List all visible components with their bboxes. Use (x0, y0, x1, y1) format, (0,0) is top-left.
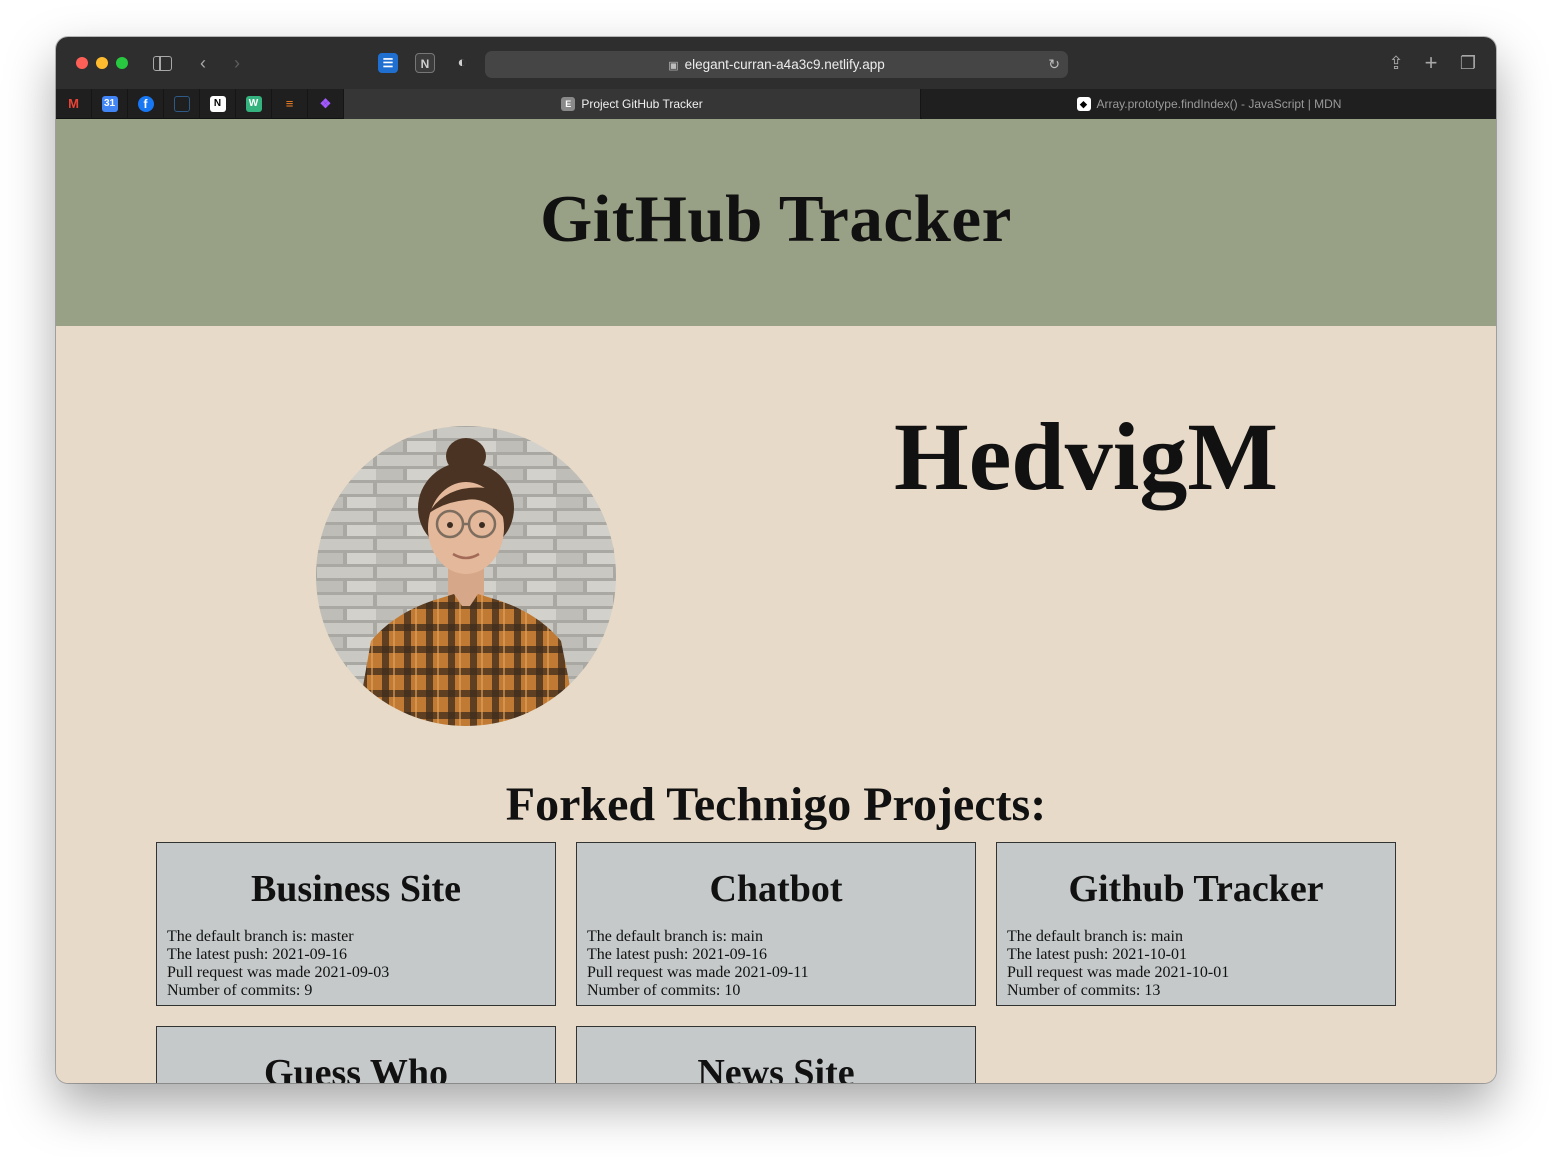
calendar-icon: 31 (101, 96, 118, 112)
gmail-icon: M (68, 96, 79, 111)
pinned-tab-facebook[interactable]: f (128, 89, 164, 119)
tab-icon (173, 96, 190, 112)
project-branch: The default branch is: main (587, 928, 763, 945)
pinned-tab-gmail[interactable]: M (56, 89, 92, 119)
browser-toolbar: ‹ › ☰ N ◐ ▣ elegant-curran-a4a3c9.netlify… (56, 37, 1496, 89)
pinned-tab-empty[interactable] (164, 89, 200, 119)
project-name: Guess Who (263, 1052, 449, 1083)
share-icon[interactable]: ⇪ (1384, 52, 1408, 74)
pinned-tab-figma[interactable]: ❖ (308, 89, 344, 119)
minimize-window-button[interactable] (96, 57, 108, 69)
browser-window: ‹ › ☰ N ◐ ▣ elegant-curran-a4a3c9.netlify… (56, 37, 1496, 1083)
notion-icon: N (209, 96, 226, 112)
new-tab-icon[interactable]: + (1419, 52, 1443, 74)
url-text: elegant-curran-a4a3c9.netlify.app (684, 57, 885, 72)
stackoverflow-icon: ≡ (285, 96, 294, 111)
notion-extension-icon[interactable]: N (415, 53, 435, 73)
project-name: News Site (697, 1052, 855, 1083)
project-details: The default branch is: master The latest… (167, 928, 389, 1000)
close-window-button[interactable] (76, 57, 88, 69)
sidebar-toggle-icon[interactable] (153, 56, 172, 71)
address-bar[interactable]: ▣ elegant-curran-a4a3c9.netlify.app ↻ (485, 51, 1068, 78)
projects-heading: Forked Technigo Projects: (505, 778, 1047, 831)
tab-mdn-findindex[interactable]: ◆ Array.prototype.findIndex() - JavaScri… (922, 89, 1496, 119)
tab-title: Project GitHub Tracker (581, 97, 703, 111)
avatar-photo (316, 426, 616, 726)
tab-overview-icon[interactable]: ❐ (1456, 52, 1480, 74)
tab-favicon-icon: E (561, 97, 576, 111)
pinned-tab-stackoverflow[interactable]: ≡ (272, 89, 308, 119)
back-icon[interactable]: ‹ (191, 52, 215, 74)
reload-icon[interactable]: ↻ (1048, 51, 1060, 78)
pinned-tab-notion[interactable]: N (200, 89, 236, 119)
mdn-icon: ◆ (1076, 97, 1091, 111)
project-commits: Number of commits: 13 (1007, 982, 1161, 999)
site-header: GitHub Tracker (56, 119, 1496, 326)
project-name: Chatbot (709, 868, 843, 910)
pinned-tab-calendar[interactable]: 31 (92, 89, 128, 119)
project-card-guess-who: Guess Who (156, 1026, 556, 1083)
project-latest-push: The latest push: 2021-10-01 (1007, 946, 1187, 963)
profile-username: HedvigM (894, 403, 1278, 510)
lock-icon: ▣ (668, 60, 679, 72)
project-card-news-site: News Site (576, 1026, 976, 1083)
project-commits: Number of commits: 9 (167, 982, 313, 999)
site-title: GitHub Tracker (540, 182, 1012, 256)
project-card-github-tracker: Github Tracker The default branch is: ma… (996, 842, 1396, 1006)
facebook-icon: f (137, 96, 154, 112)
tab-bar: M 31 f N W ≡ ❖ E Project GitHub Tracker … (56, 89, 1496, 119)
project-card-chatbot: Chatbot The default branch is: main The … (576, 842, 976, 1006)
todoist-extension-icon[interactable]: ☰ (378, 53, 398, 73)
figma-icon: ❖ (319, 96, 332, 111)
project-latest-push: The latest push: 2021-09-16 (167, 946, 347, 963)
project-latest-push: The latest push: 2021-09-16 (587, 946, 767, 963)
project-branch: The default branch is: master (167, 928, 354, 945)
project-commits: Number of commits: 10 (587, 982, 741, 999)
zoom-window-button[interactable] (116, 57, 128, 69)
project-details: The default branch is: main The latest p… (1007, 928, 1229, 1000)
project-details: The default branch is: main The latest p… (587, 928, 809, 1000)
project-name: Business Site (250, 868, 462, 910)
project-pull-request: Pull request was made 2021-09-11 (587, 964, 809, 981)
project-card-business-site: Business Site The default branch is: mas… (156, 842, 556, 1006)
project-name: Github Tracker (1068, 868, 1324, 910)
tab-project-github-tracker[interactable]: E Project GitHub Tracker (344, 89, 921, 119)
forward-icon[interactable]: › (225, 52, 249, 74)
project-pull-request: Pull request was made 2021-09-03 (167, 964, 390, 981)
wave-icon: W (245, 96, 262, 112)
project-branch: The default branch is: main (1007, 928, 1183, 945)
project-pull-request: Pull request was made 2021-10-01 (1007, 964, 1230, 981)
pinned-tab-wave[interactable]: W (236, 89, 272, 119)
web-page: GitHub Tracker HedvigM Forked Technigo P… (56, 119, 1496, 1083)
profile-avatar (316, 426, 616, 726)
privacy-shield-icon[interactable]: ◐ (452, 53, 472, 73)
tab-title: Array.prototype.findIndex() - JavaScript… (1096, 97, 1342, 111)
